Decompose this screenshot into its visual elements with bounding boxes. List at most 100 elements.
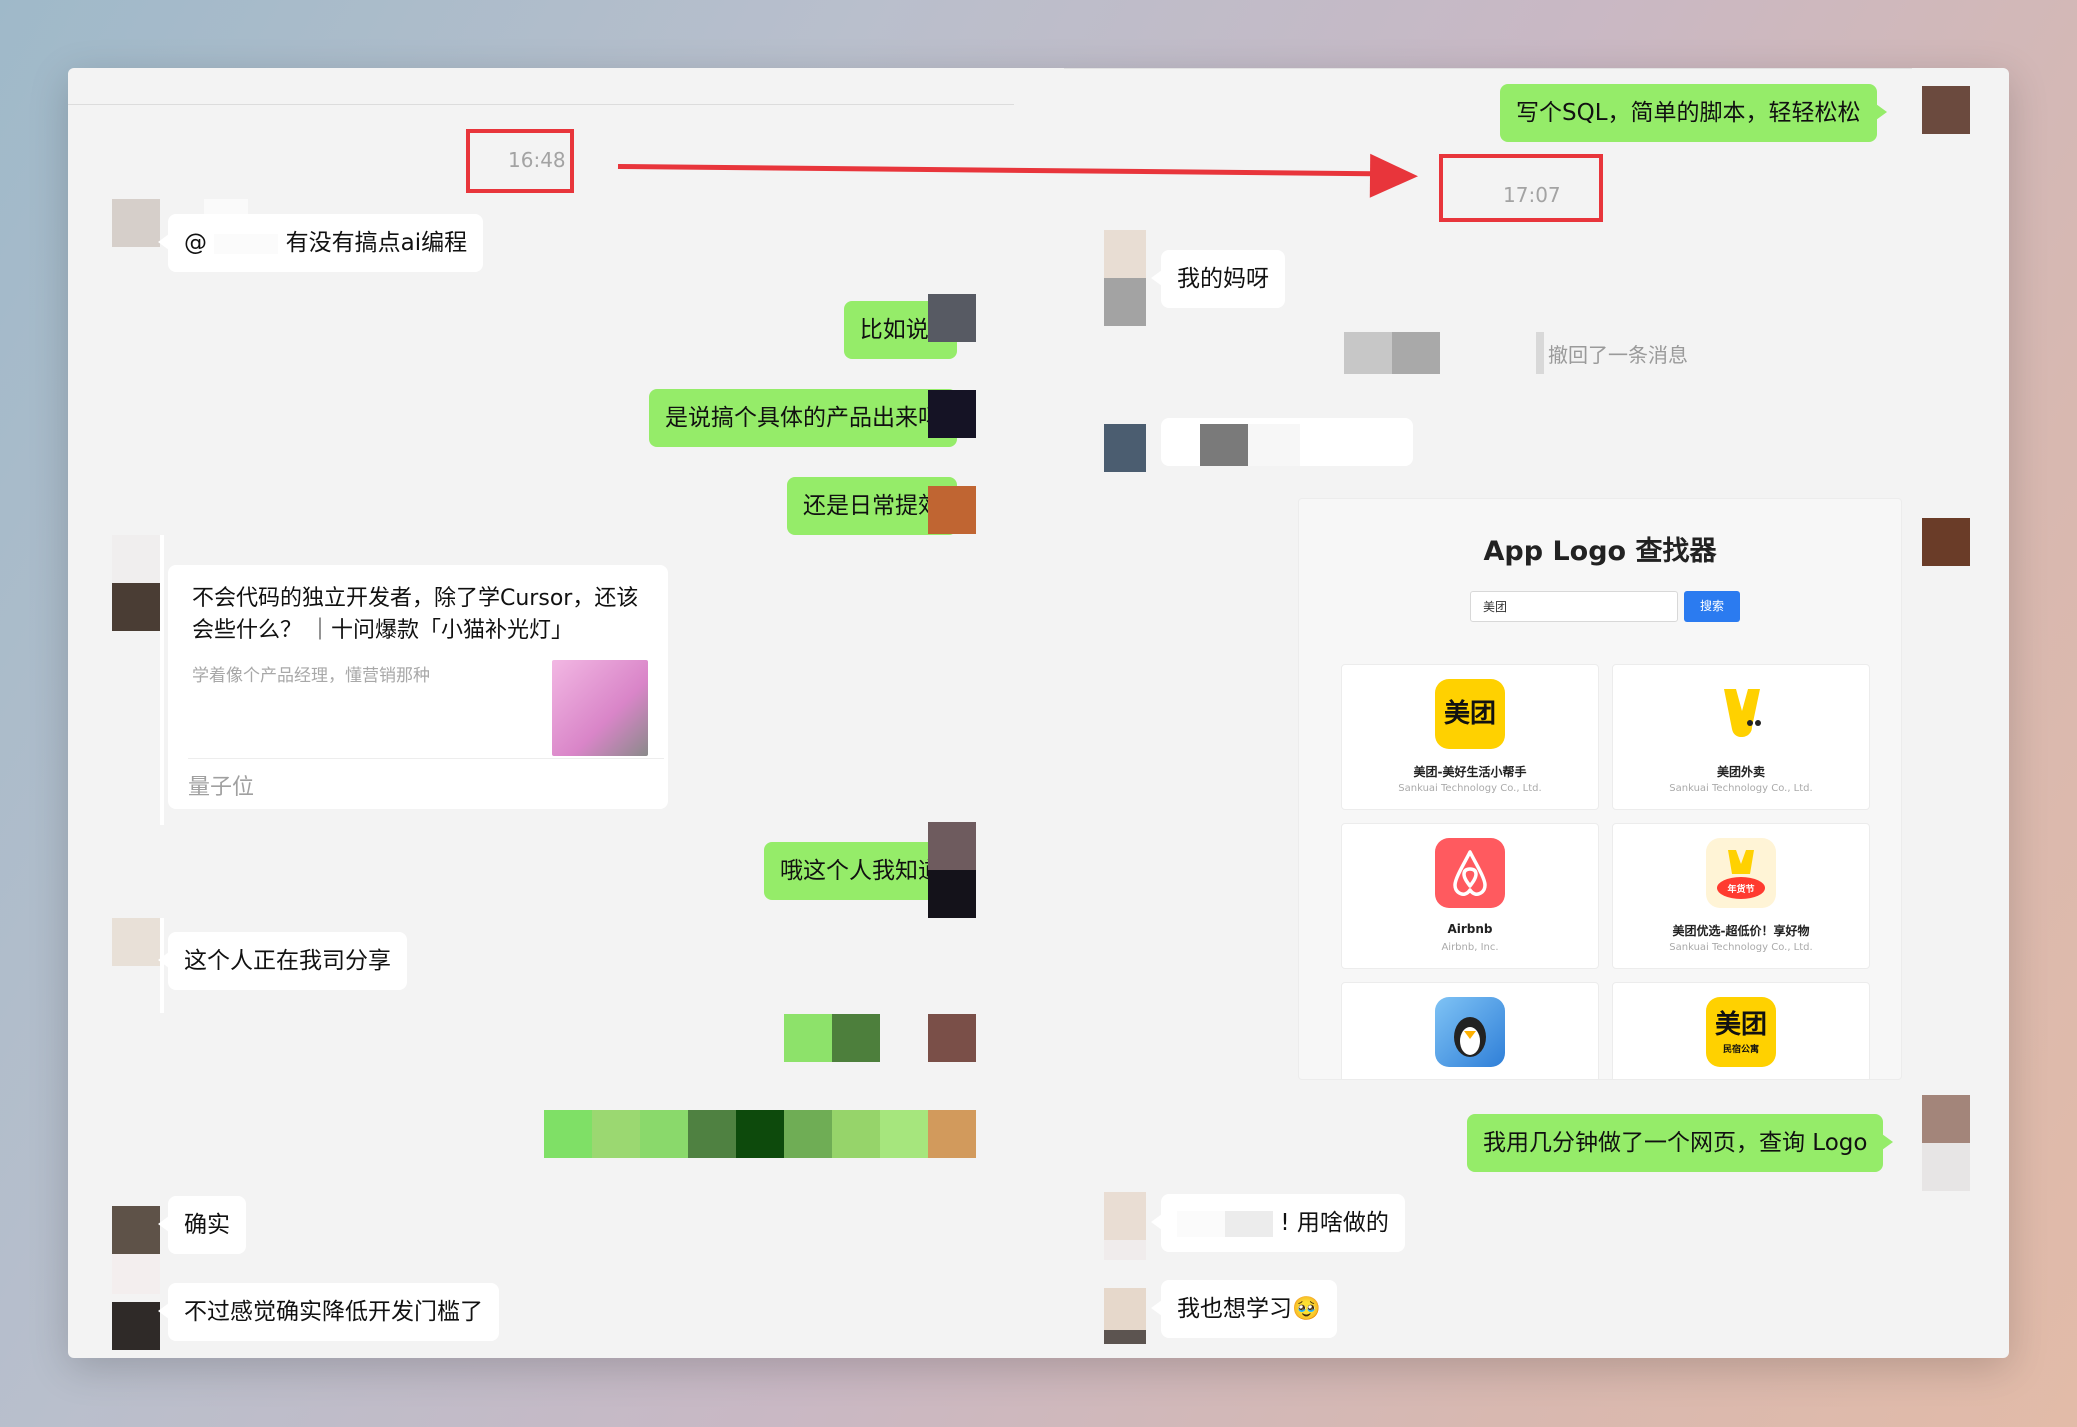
mosaic-pixel: [160, 535, 164, 825]
message-bubble[interactable]: 确实: [158, 1196, 246, 1254]
mention-prefix: @: [184, 230, 207, 256]
app-name: 美团外卖: [1716, 765, 1765, 779]
airbnb-logo-icon: [1435, 838, 1505, 908]
message-bubble[interactable]: 是说搞个具体的产品出来吗: [649, 389, 967, 447]
message-text: 确实: [184, 1212, 230, 1238]
mosaic-pixel: [544, 1110, 592, 1158]
app-title: App Logo 查找器: [1483, 536, 1717, 567]
link-card-title: 不会代码的独立开发者，除了学Cursor，还该会些什么？ ｜十问爆款「小猫补光灯…: [192, 586, 639, 643]
highlight-box: [466, 129, 574, 193]
avatar[interactable]: [1922, 86, 1970, 134]
mosaic-pixel: [112, 535, 160, 583]
annotation-arrow-line: [617, 164, 1398, 177]
avatar[interactable]: [1922, 1095, 1970, 1143]
message-text: 我的妈呀: [1177, 266, 1269, 292]
message-text: 还是日常提效: [803, 493, 941, 519]
avatar[interactable]: [928, 390, 976, 438]
message-text: 我也想学习: [1177, 1296, 1292, 1322]
search-button[interactable]: 搜索: [1684, 591, 1740, 622]
app-tile[interactable]: Airbnb Airbnb, Inc.: [1341, 823, 1599, 969]
app-company: Sankuai Technology Co., Ltd.: [1669, 942, 1813, 953]
app-company: Airbnb, Inc.: [1441, 942, 1499, 953]
mosaic-pixel: [1922, 1143, 1970, 1191]
mosaic-pixel: [736, 1110, 784, 1158]
avatar[interactable]: [1104, 1240, 1146, 1260]
meituan-youxuan-logo-icon: 年货节: [1706, 838, 1776, 908]
logo-text: 美团: [1714, 1010, 1767, 1040]
app-tile[interactable]: 年货节 美团优选-超低价！享好物 Sankuai Technology Co.,…: [1612, 823, 1870, 969]
search-input[interactable]: 美团: [1470, 591, 1678, 622]
avatar[interactable]: [1104, 424, 1146, 472]
message-bubble[interactable]: ! 用啥做的: [1151, 1194, 1405, 1252]
avatar[interactable]: [1922, 518, 1970, 566]
app-tile[interactable]: [1341, 982, 1599, 1079]
message-bubble[interactable]: 我用几分钟做了一个网页，查询 Logo: [1467, 1114, 1894, 1172]
pleading-face-emoji-icon: 🥹: [1292, 1296, 1321, 1322]
message-prefix: !: [1280, 1210, 1290, 1236]
mosaic-pixel: [1536, 332, 1544, 374]
mosaic-pixel: [214, 233, 279, 254]
divider: [1064, 68, 1912, 69]
mosaic-pixel: [1344, 332, 1392, 374]
avatar[interactable]: [928, 1110, 976, 1158]
avatar[interactable]: [928, 294, 976, 342]
app-company: Sankuai Technology Co., Ltd.: [1669, 783, 1813, 794]
meituan-logo-icon: 美团: [1435, 679, 1505, 749]
app-tile[interactable]: 美团 民宿公寓: [1612, 982, 1870, 1079]
message-bubble[interactable]: 我也想学习🥹: [1151, 1280, 1337, 1338]
link-card[interactable]: 不会代码的独立开发者，除了学Cursor，还该会些什么？ ｜十问爆款「小猫补光灯…: [168, 565, 668, 809]
mosaic-pixel: [1200, 424, 1248, 466]
logo-subtext: 民宿公寓: [1722, 1045, 1759, 1055]
message-text: 有没有搞点ai编程: [285, 230, 468, 256]
avatar[interactable]: [112, 1206, 160, 1254]
avatar[interactable]: [1104, 1330, 1146, 1344]
mosaic-pixel: [1104, 230, 1146, 278]
divider: [68, 104, 1014, 105]
link-card-thumbnail: [552, 660, 648, 756]
mosaic-pixel: [1225, 1210, 1273, 1237]
avatar[interactable]: [928, 486, 976, 534]
message-bubble[interactable]: 写个SQL，简单的脚本，轻轻松松: [1500, 84, 1887, 142]
message-bubble[interactable]: 不过感觉确实降低开发门槛了: [158, 1283, 499, 1341]
penguin-logo-icon: [1435, 997, 1505, 1067]
message-bubble[interactable]: @ 有没有搞点ai编程: [157, 214, 484, 272]
chat-window: 16:48 @ 有没有搞点ai编程 比如说? 是说搞个具体的产品出来吗 还是日常…: [68, 68, 2009, 1358]
annotation-arrow-icon: [1369, 153, 1419, 199]
mosaic-pixel: [1104, 1192, 1146, 1240]
image-message[interactable]: App Logo 查找器 美团 搜索 美团 美团-美好生活小帮手 Sankuai…: [1298, 498, 1902, 1080]
message-text: 是说搞个具体的产品出来吗: [665, 405, 941, 431]
link-card-source: 量子位: [188, 758, 664, 809]
message-text: 这个人正在我司分享: [184, 948, 391, 974]
app-tile[interactable]: 美团 美团-美好生活小帮手 Sankuai Technology Co., Lt…: [1341, 664, 1599, 810]
message-bubble[interactable]: 我的妈呀: [1151, 250, 1285, 308]
mosaic-pixel: [1392, 332, 1440, 374]
avatar[interactable]: [112, 918, 160, 966]
app-name: 美团优选-超低价！享好物: [1672, 924, 1810, 938]
app-name: Airbnb: [1447, 922, 1493, 936]
message-text: 哦这个人我知道: [780, 858, 941, 884]
meituan-minsu-logo-icon: 美团 民宿公寓: [1706, 997, 1776, 1067]
mosaic-pixel: [928, 822, 976, 870]
recall-notice: 撤回了一条消息: [1548, 343, 1688, 367]
mosaic-pixel: [832, 1014, 880, 1062]
avatar[interactable]: [1104, 278, 1146, 326]
avatar[interactable]: [928, 1014, 976, 1062]
meituan-waimai-logo-icon: [1706, 679, 1776, 749]
mosaic-pixel: [1104, 1288, 1146, 1330]
message-text: 用啥做的: [1296, 1210, 1389, 1236]
message-text: 不过感觉确实降低开发门槛了: [184, 1299, 483, 1325]
avatar[interactable]: [112, 1302, 160, 1350]
app-name: 美团-美好生活小帮手: [1413, 765, 1527, 779]
avatar[interactable]: [928, 870, 976, 918]
mosaic-pixel: [880, 1110, 928, 1158]
highlight-box: [1439, 154, 1603, 222]
message-text: 我用几分钟做了一个网页，查询 Logo: [1483, 1130, 1868, 1156]
mosaic-pixel: [784, 1014, 832, 1062]
app-tile[interactable]: 美团外卖 Sankuai Technology Co., Ltd.: [1612, 664, 1870, 810]
avatar[interactable]: [112, 583, 160, 631]
mosaic-pixel: [1248, 424, 1300, 466]
avatar[interactable]: [112, 199, 160, 247]
message-bubble[interactable]: 这个人正在我司分享: [158, 932, 407, 990]
mosaic-pixel: [160, 918, 164, 1013]
logo-badge-text: 年货节: [1727, 883, 1754, 895]
